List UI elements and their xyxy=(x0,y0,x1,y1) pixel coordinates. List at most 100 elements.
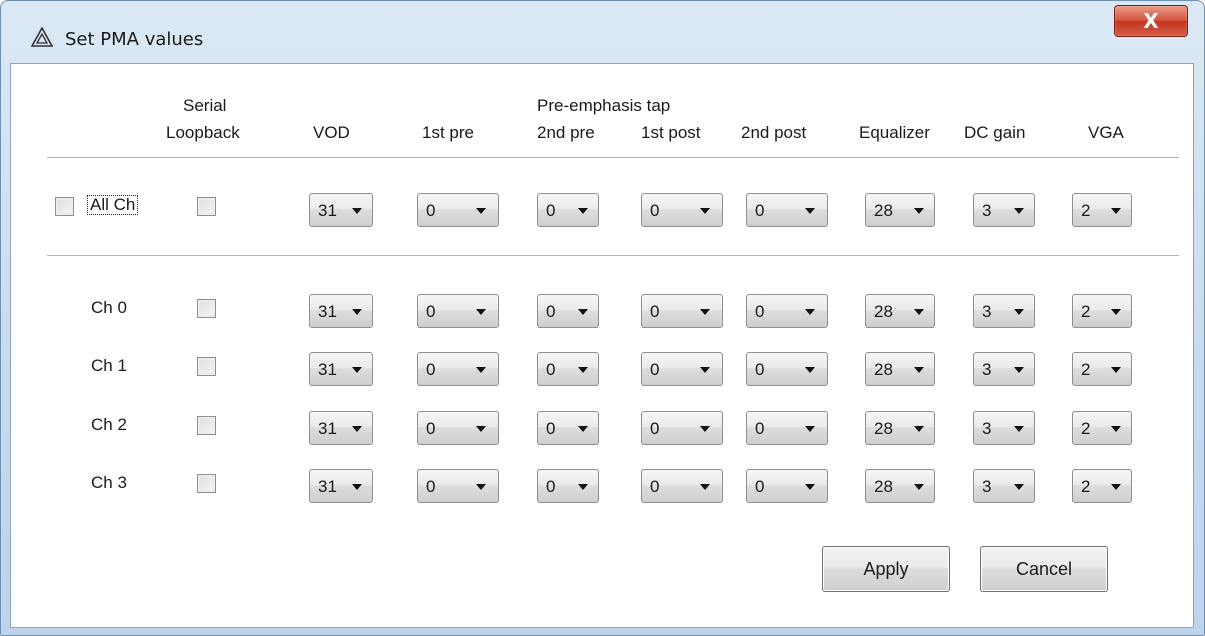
equalizer-select[interactable]: 28 xyxy=(865,294,935,328)
second-post-select[interactable]: 0 xyxy=(746,469,828,503)
first-post-select[interactable]: 0 xyxy=(641,294,723,328)
equalizer-value: 28 xyxy=(874,302,893,321)
second-post-select[interactable]: 0 xyxy=(746,193,828,227)
dropdown-arrow-icon xyxy=(700,309,710,315)
vod-select[interactable]: 31 xyxy=(309,193,373,227)
dropdown-arrow-icon xyxy=(700,426,710,432)
dc-gain-select[interactable]: 3 xyxy=(973,193,1035,227)
row-separator xyxy=(47,255,1179,257)
dialog-window: Set PMA values X Serial Loopback VOD Pre… xyxy=(0,0,1205,636)
vod-value: 31 xyxy=(318,360,337,379)
dropdown-arrow-icon xyxy=(352,367,362,373)
vod-value: 31 xyxy=(318,201,337,220)
first-pre-value: 0 xyxy=(426,302,436,321)
dc-gain-select[interactable]: 3 xyxy=(973,469,1035,503)
header-equalizer: Equalizer xyxy=(859,123,930,142)
dropdown-arrow-icon xyxy=(1111,426,1121,432)
dropdown-arrow-icon xyxy=(914,309,924,315)
first-post-select[interactable]: 0 xyxy=(641,193,723,227)
dropdown-arrow-icon xyxy=(578,208,588,214)
second-pre-value: 0 xyxy=(546,360,556,379)
dropdown-arrow-icon xyxy=(914,484,924,490)
vod-select[interactable]: 31 xyxy=(309,352,373,386)
vod-select[interactable]: 31 xyxy=(309,469,373,503)
first-pre-value: 0 xyxy=(426,360,436,379)
first-post-value: 0 xyxy=(650,477,660,496)
title-bar[interactable]: Set PMA values X xyxy=(1,1,1204,53)
all-ch-label[interactable]: All Ch xyxy=(87,195,139,215)
dropdown-arrow-icon xyxy=(914,367,924,373)
first-pre-select[interactable]: 0 xyxy=(417,469,499,503)
vod-select[interactable]: 31 xyxy=(309,411,373,445)
second-post-select[interactable]: 0 xyxy=(746,352,828,386)
apply-button[interactable]: Apply xyxy=(822,546,950,592)
equalizer-value: 28 xyxy=(874,360,893,379)
first-post-value: 0 xyxy=(650,201,660,220)
equalizer-select[interactable]: 28 xyxy=(865,193,935,227)
vod-value: 31 xyxy=(318,302,337,321)
vod-value: 31 xyxy=(318,477,337,496)
equalizer-value: 28 xyxy=(874,419,893,438)
channel-label: Ch 3 xyxy=(91,473,127,492)
first-post-value: 0 xyxy=(650,360,660,379)
second-pre-select[interactable]: 0 xyxy=(537,193,599,227)
all-ch-checkbox[interactable] xyxy=(55,197,74,216)
equalizer-select[interactable]: 28 xyxy=(865,411,935,445)
second-post-select[interactable]: 0 xyxy=(746,294,828,328)
vga-select[interactable]: 2 xyxy=(1072,352,1132,386)
vga-select[interactable]: 2 xyxy=(1072,294,1132,328)
first-pre-select[interactable]: 0 xyxy=(417,193,499,227)
first-post-select[interactable]: 0 xyxy=(641,411,723,445)
vga-select[interactable]: 2 xyxy=(1072,411,1132,445)
dropdown-arrow-icon xyxy=(1014,367,1024,373)
dropdown-arrow-icon xyxy=(476,484,486,490)
dropdown-arrow-icon xyxy=(805,426,815,432)
second-pre-select[interactable]: 0 xyxy=(537,352,599,386)
vga-value: 2 xyxy=(1081,419,1091,438)
equalizer-select[interactable]: 28 xyxy=(865,352,935,386)
vga-value: 2 xyxy=(1081,477,1091,496)
second-pre-select[interactable]: 0 xyxy=(537,469,599,503)
first-pre-select[interactable]: 0 xyxy=(417,411,499,445)
dropdown-arrow-icon xyxy=(578,484,588,490)
vga-select[interactable]: 2 xyxy=(1072,469,1132,503)
second-pre-select[interactable]: 0 xyxy=(537,411,599,445)
loopback-checkbox[interactable] xyxy=(197,299,216,318)
header-2nd-post: 2nd post xyxy=(741,123,807,142)
vga-select[interactable]: 2 xyxy=(1072,193,1132,227)
equalizer-select[interactable]: 28 xyxy=(865,469,935,503)
loopback-checkbox[interactable] xyxy=(197,416,216,435)
dropdown-arrow-icon xyxy=(476,208,486,214)
dropdown-arrow-icon xyxy=(352,426,362,432)
first-post-select[interactable]: 0 xyxy=(641,469,723,503)
vod-select[interactable]: 31 xyxy=(309,294,373,328)
dc-gain-value: 3 xyxy=(982,477,992,496)
second-post-select[interactable]: 0 xyxy=(746,411,828,445)
loopback-checkbox[interactable] xyxy=(197,474,216,493)
header-1st-pre: 1st pre xyxy=(422,123,474,142)
dropdown-arrow-icon xyxy=(914,426,924,432)
close-button[interactable]: X xyxy=(1114,5,1188,37)
cancel-button[interactable]: Cancel xyxy=(980,546,1108,592)
dropdown-arrow-icon xyxy=(352,208,362,214)
first-pre-value: 0 xyxy=(426,477,436,496)
header-loopback: Loopback xyxy=(166,123,240,142)
second-post-value: 0 xyxy=(755,477,765,496)
first-pre-value: 0 xyxy=(426,201,436,220)
loopback-checkbox[interactable] xyxy=(197,357,216,376)
first-post-select[interactable]: 0 xyxy=(641,352,723,386)
dc-gain-select[interactable]: 3 xyxy=(973,352,1035,386)
dc-gain-select[interactable]: 3 xyxy=(973,294,1035,328)
header-serial: Serial xyxy=(183,96,227,115)
first-pre-select[interactable]: 0 xyxy=(417,352,499,386)
second-pre-value: 0 xyxy=(546,477,556,496)
first-pre-select[interactable]: 0 xyxy=(417,294,499,328)
dc-gain-select[interactable]: 3 xyxy=(973,411,1035,445)
second-post-value: 0 xyxy=(755,302,765,321)
vga-value: 2 xyxy=(1081,201,1091,220)
header-separator xyxy=(47,157,1179,159)
dropdown-arrow-icon xyxy=(700,208,710,214)
second-pre-select[interactable]: 0 xyxy=(537,294,599,328)
loopback-checkbox[interactable] xyxy=(197,197,216,216)
channel-label: Ch 2 xyxy=(91,415,127,434)
